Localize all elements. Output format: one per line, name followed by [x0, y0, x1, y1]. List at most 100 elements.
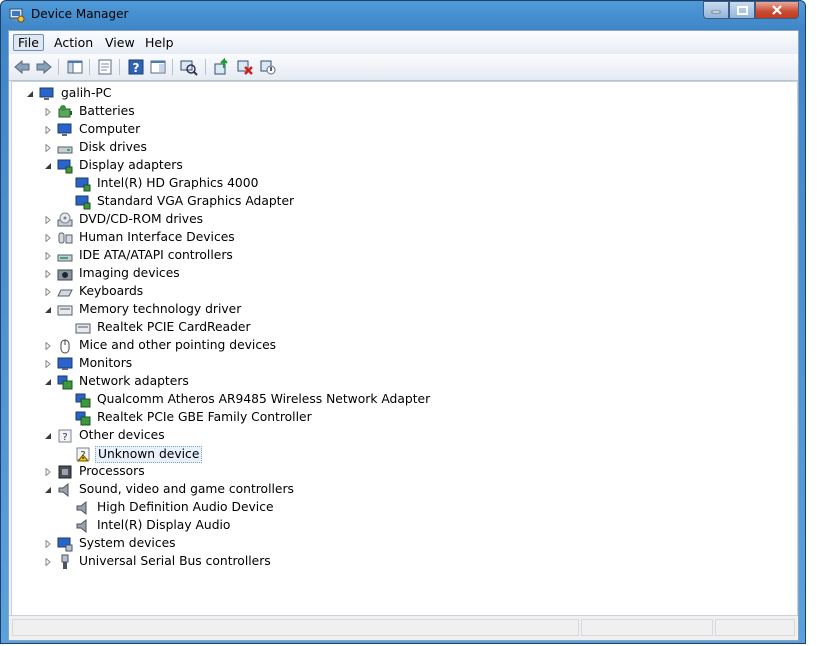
menu-help[interactable]: Help — [140, 34, 179, 51]
properties-icon[interactable] — [96, 58, 114, 76]
tree-device-intel-r-hd-graphics-4000[interactable]: Intel(R) HD Graphics 4000 — [12, 175, 792, 193]
expand-arrow-icon[interactable] — [44, 540, 52, 548]
tree-device-realtek-pcie-cardreader[interactable]: Realtek PCIE CardReader — [12, 319, 792, 337]
close-button[interactable] — [755, 1, 799, 19]
tree-item-label: Keyboards — [79, 284, 144, 298]
speaker-icon — [76, 500, 87, 516]
tree-device-qualcomm-atheros-ar9485-wireless-network-adapter[interactable]: Qualcomm Atheros AR9485 Wireless Network… — [12, 391, 792, 409]
tree-device-intel-r-display-audio[interactable]: Intel(R) Display Audio — [12, 517, 792, 535]
memory-card-icon — [75, 323, 91, 334]
title-bar[interactable]: Device Manager — [1, 1, 805, 29]
expand-arrow-icon[interactable] — [44, 288, 52, 296]
maximize-button[interactable] — [729, 1, 755, 19]
tree-item-label: Realtek PCIe GBE Family Controller — [97, 410, 312, 424]
hid-icon — [58, 232, 73, 244]
tree-category-other-devices[interactable]: ? Other devices — [12, 427, 792, 445]
show-action-pane-icon[interactable] — [149, 58, 167, 76]
tree-category-keyboards[interactable]: Keyboards — [12, 283, 792, 301]
unknown-device-icon: ? — [58, 429, 72, 443]
tree-category-network-adapters[interactable]: Network adapters — [12, 373, 792, 391]
tree-category-human-interface-devices[interactable]: Human Interface Devices — [12, 229, 792, 247]
tree-category-monitors[interactable]: Monitors — [12, 355, 792, 373]
tree-category-disk-drives[interactable]: Disk drives — [12, 139, 792, 157]
tree-device-realtek-pcie-gbe-family-controller[interactable]: Realtek PCIe GBE Family Controller — [12, 409, 792, 427]
window-title: Device Manager — [31, 7, 129, 21]
menu-file[interactable]: File — [13, 34, 44, 51]
back-icon[interactable] — [13, 58, 31, 76]
collapse-arrow-icon[interactable] — [26, 90, 34, 98]
expand-arrow-icon[interactable] — [44, 360, 52, 368]
usb-icon — [61, 554, 69, 569]
mouse-icon — [60, 339, 70, 354]
tree-category-imaging-devices[interactable]: Imaging devices — [12, 265, 792, 283]
tree-category-processors[interactable]: Processors — [12, 463, 792, 481]
tree-category-batteries[interactable]: Batteries — [12, 103, 792, 121]
dvd-drive-icon — [57, 212, 73, 227]
expand-arrow-icon[interactable] — [44, 216, 52, 224]
expand-arrow-icon[interactable] — [44, 108, 52, 116]
tree-category-system-devices[interactable]: System devices — [12, 535, 792, 553]
tree-category-universal-serial-bus-controllers[interactable]: Universal Serial Bus controllers — [12, 553, 792, 571]
tree-item-label: System devices — [79, 536, 176, 550]
tree-category-dvd-cd-rom-drives[interactable]: DVD/CD-ROM drives — [12, 211, 792, 229]
uninstall-icon[interactable] — [236, 58, 254, 76]
tree-item-label: Mice and other pointing devices — [79, 338, 277, 352]
disable-icon[interactable] — [259, 58, 277, 76]
tree-category-sound-video-and-game-controllers[interactable]: Sound, video and game controllers — [12, 481, 792, 499]
tree-item-label: Universal Serial Bus controllers — [79, 554, 271, 568]
show-hide-console-tree-icon[interactable] — [66, 58, 84, 76]
device-manager-app-icon — [9, 8, 25, 23]
expand-arrow-icon[interactable] — [44, 558, 52, 566]
system-device-icon — [57, 537, 73, 552]
svg-text:?: ? — [133, 61, 140, 75]
tree-category-ide-ata-atapi-controllers[interactable]: IDE ATA/ATAPI controllers — [12, 247, 792, 265]
speaker-icon — [58, 482, 69, 498]
svg-text:?: ? — [62, 432, 67, 443]
tree-device-unknown-device[interactable]: ? Unknown device — [12, 445, 792, 463]
tree-root[interactable]: galih-PC — [12, 85, 792, 103]
tree-item-label: Monitors — [79, 356, 133, 370]
tree-item-label: Standard VGA Graphics Adapter — [97, 194, 295, 208]
update-driver-icon[interactable] — [213, 58, 231, 76]
tree-category-mice-and-other-pointing-devices[interactable]: Mice and other pointing devices — [12, 337, 792, 355]
display-adapter-icon — [75, 177, 91, 192]
forward-icon[interactable] — [35, 58, 53, 76]
tree-item-label: Intel(R) HD Graphics 4000 — [97, 176, 259, 190]
tree-device-high-definition-audio-device[interactable]: High Definition Audio Device — [12, 499, 792, 517]
disk-drive-icon — [57, 146, 73, 154]
expand-arrow-icon[interactable] — [44, 270, 52, 278]
tree-item-label: Human Interface Devices — [79, 230, 235, 244]
scan-hardware-changes-icon[interactable] — [180, 58, 198, 76]
tree-item-label: Imaging devices — [79, 266, 180, 280]
camera-icon — [57, 269, 73, 281]
tree-category-display-adapters[interactable]: Display adapters — [12, 157, 792, 175]
minimize-icon — [711, 10, 721, 14]
expand-arrow-icon[interactable] — [44, 342, 52, 350]
collapse-arrow-icon[interactable] — [44, 378, 52, 386]
menu-view[interactable]: View — [100, 34, 140, 51]
expand-arrow-icon[interactable] — [44, 252, 52, 260]
processor-icon — [58, 465, 72, 479]
expand-arrow-icon[interactable] — [44, 144, 52, 152]
tree-item-label: galih-PC — [61, 86, 112, 100]
network-adapter-icon — [75, 393, 91, 408]
tree-category-computer[interactable]: Computer — [12, 121, 792, 139]
collapse-arrow-icon[interactable] — [44, 486, 52, 494]
tree-category-memory-technology-driver[interactable]: Memory technology driver — [12, 301, 792, 319]
monitor-icon — [57, 357, 73, 370]
network-adapter-icon — [57, 375, 73, 390]
expand-arrow-icon[interactable] — [44, 126, 52, 134]
collapse-arrow-icon[interactable] — [44, 432, 52, 440]
keyboard-icon — [57, 289, 73, 297]
display-adapter-icon — [57, 159, 73, 174]
minimize-button[interactable] — [703, 1, 729, 19]
tree-item-label: Other devices — [79, 428, 165, 442]
help-icon[interactable]: ? — [127, 58, 145, 76]
tree-device-standard-vga-graphics-adapter[interactable]: Standard VGA Graphics Adapter — [12, 193, 792, 211]
menu-action[interactable]: Action — [49, 34, 98, 51]
expand-arrow-icon[interactable] — [44, 468, 52, 476]
collapse-arrow-icon[interactable] — [44, 306, 52, 314]
expand-arrow-icon[interactable] — [44, 234, 52, 242]
device-tree[interactable]: galih-PC Batteries Computer Disk drives Disp… — [11, 81, 798, 617]
collapse-arrow-icon[interactable] — [44, 162, 52, 170]
